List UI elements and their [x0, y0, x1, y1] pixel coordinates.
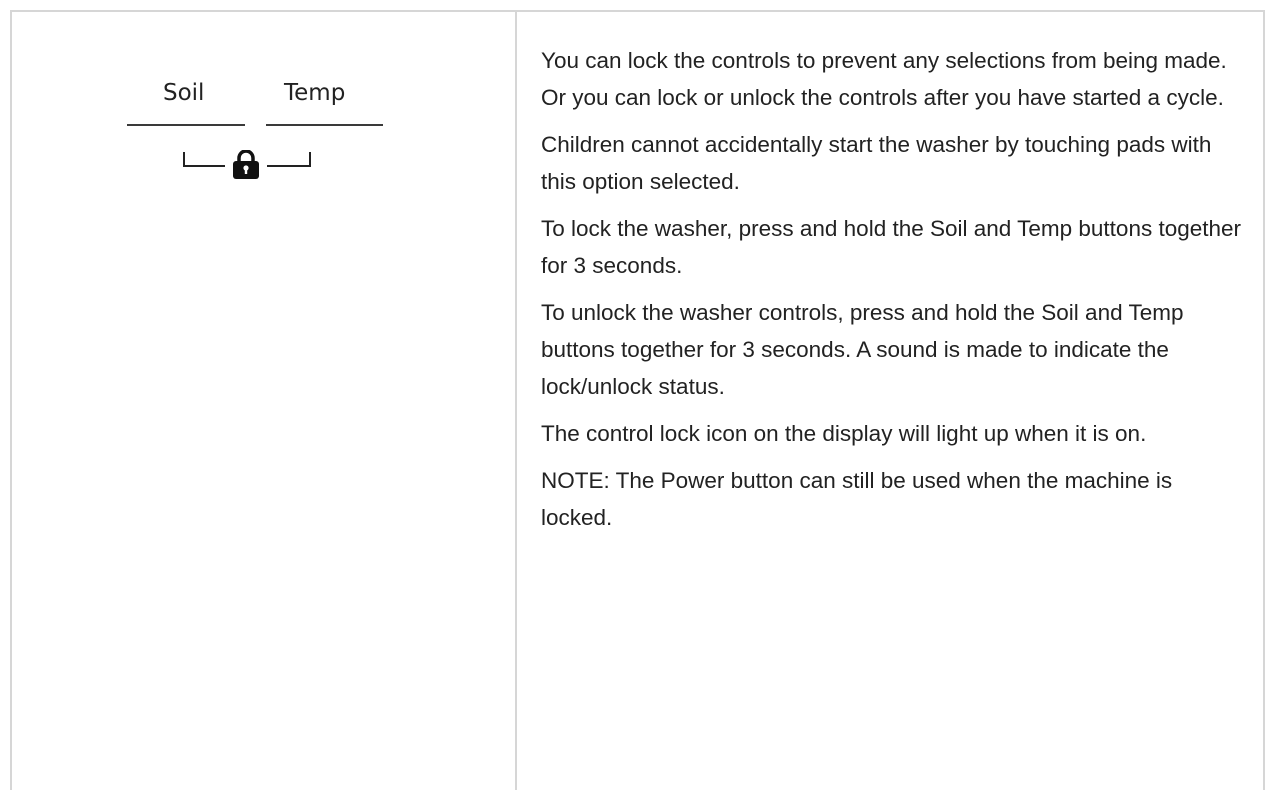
soil-button-label: Soil	[163, 80, 205, 106]
temp-button-underline	[266, 124, 383, 126]
illustration-cell: Soil Temp	[12, 12, 517, 790]
paragraph: The control lock icon on the display wil…	[541, 421, 1147, 446]
control-panel-illustration: Soil Temp	[127, 70, 387, 190]
paragraph: To lock the washer, press and hold the S…	[541, 216, 1242, 278]
paragraph: You can lock the controls to prevent any…	[541, 48, 1227, 110]
soil-button-underline	[127, 124, 245, 126]
description-cell: You can lock the controls to prevent any…	[517, 12, 1263, 790]
note-paragraph: NOTE: The Power button can still be used…	[541, 468, 1173, 530]
content-table: Soil Temp You can lock the controls to p…	[10, 10, 1265, 790]
lock-bracket-icon	[183, 150, 311, 179]
lock-icon	[233, 150, 259, 179]
paragraph: Children cannot accidentally start the w…	[541, 132, 1212, 194]
paragraph: To unlock the washer controls, press and…	[541, 300, 1184, 399]
temp-button-label: Temp	[284, 80, 346, 106]
